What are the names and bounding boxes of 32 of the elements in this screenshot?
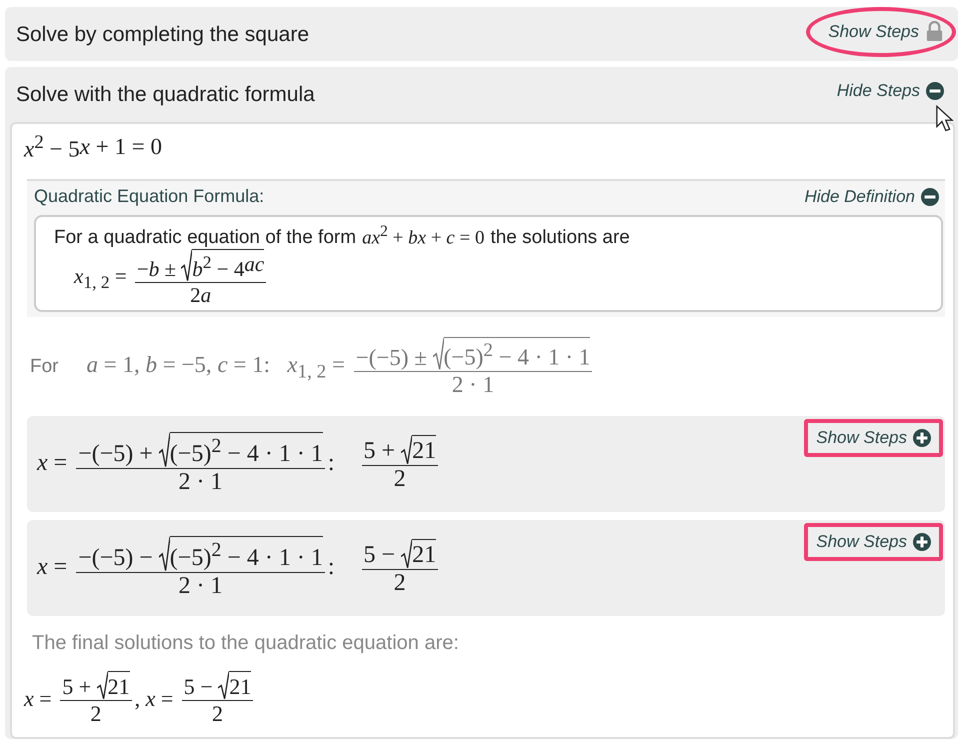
steps-toggle[interactable]: Show Steps [812,528,935,556]
radical-sign [96,670,108,700]
plus-circle-icon [913,428,931,447]
plus-circle-icon [913,532,931,551]
for-label: For [30,356,58,378]
math-formula: x$^{2}$ − 5x + 1 = 0 [24,132,162,163]
math-formula: x = −(−5) + (−5)$^{2}$ − 4 · 1 · 1 2 · 1 : 5 + 21 2 [37,432,442,496]
radical-sign [432,336,444,371]
minus-circle-icon [926,82,944,100]
math-formula: ax$^{2}$ + bx + c = 0 [362,222,484,249]
radical-sign [158,432,170,468]
math-formula: a = 1, b = −5, c = 1: x$_{1, 2}$ = −(−5) ± (−5)$^{2}$ − 4 · 1 · 1 2 · 1 [86,336,596,398]
math-formula: x = −(−5) − (−5)$^{2}$ − 4 · 1 · 1 2 · 1 : 5 − 21 2 [37,536,442,600]
radical-sign [218,670,230,700]
definition-text: For a quadratic equation of the form [54,226,356,249]
math-formula: x = 5 + 21 2 , x = 5 − 21 2 [24,670,256,727]
radical-sign [181,248,192,282]
section-title: Solve by completing the square [16,23,310,47]
steps-toggle[interactable]: Hide Steps [832,77,948,105]
final-solutions-text: The final solutions to the quadratic equation are: [32,632,460,655]
minus-circle-icon [921,188,939,206]
definition-toggle[interactable]: Hide Definition [800,182,943,211]
radical-sign [401,538,412,569]
section-title: Solve with the quadratic formula [16,83,315,107]
definition-text: the solutions are [490,226,630,249]
radical-sign [401,434,412,465]
math-formula: x$_{1, 2}$ = −b ± b$^{2}$ − 4ac 2a [74,248,270,308]
steps-toggle[interactable]: Show Steps [812,424,935,452]
definition-title: Quadratic Equation Formula: [34,186,264,208]
steps-toggle[interactable]: Show Steps [824,17,948,46]
lock-icon [925,21,944,42]
radical-sign [158,536,170,572]
